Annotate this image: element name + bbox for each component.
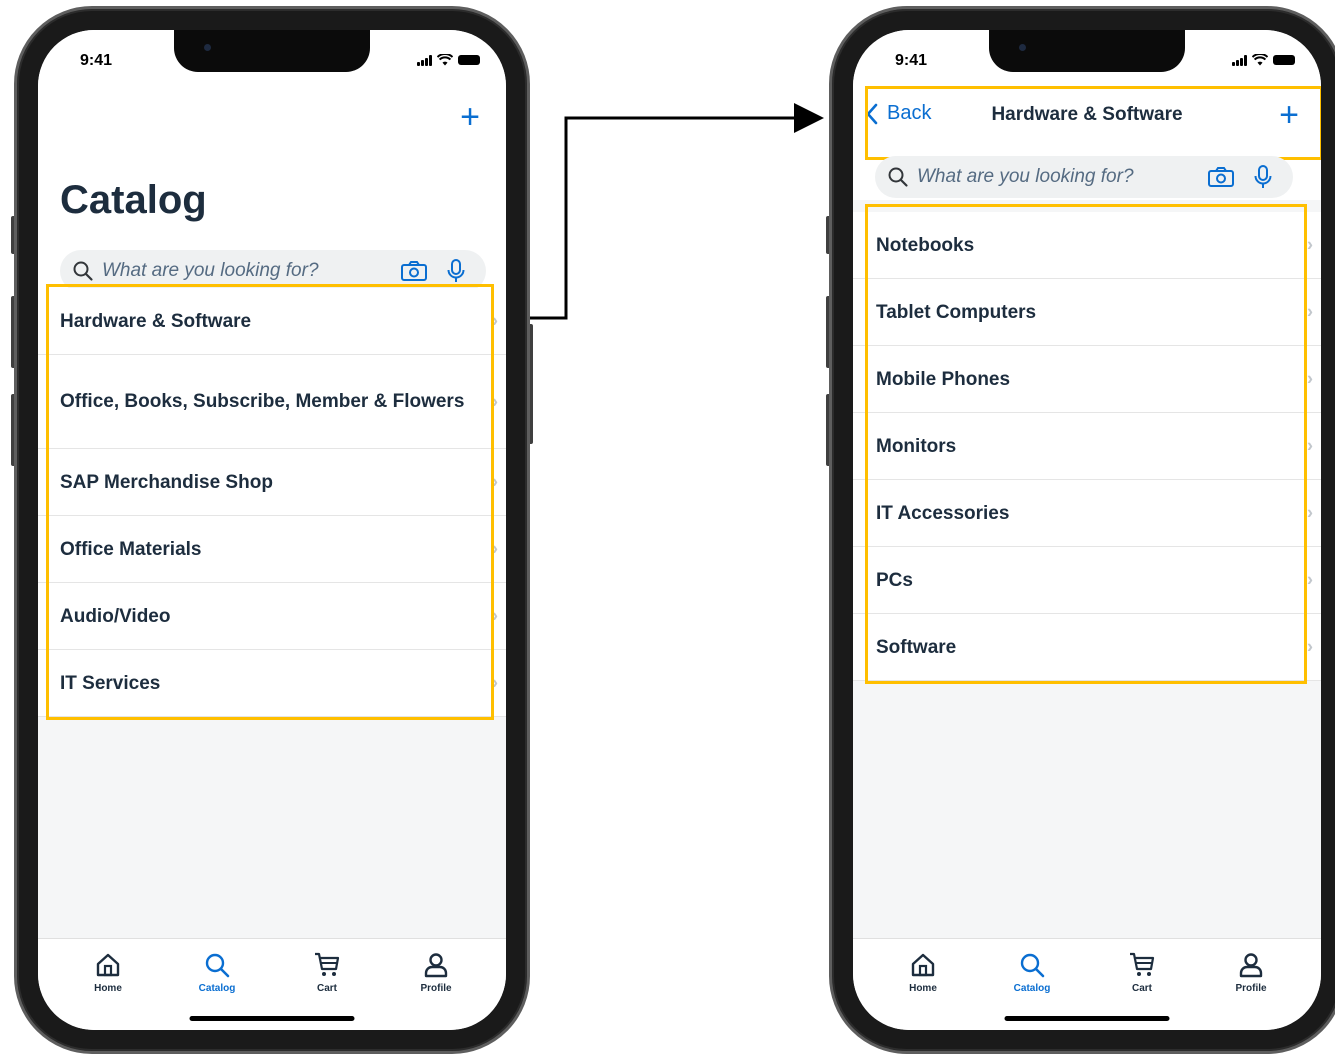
chevron-right-icon: ›	[1307, 435, 1313, 456]
hardware-software-screen: 9:41 Back Hardware & Software + What are…	[853, 30, 1321, 1030]
microphone-icon[interactable]	[1253, 165, 1273, 189]
subcategory-label: Notebooks	[876, 234, 975, 256]
cart-icon	[315, 952, 340, 976]
tab-label: Home	[94, 983, 122, 994]
category-label: SAP Merchandise Shop	[60, 471, 273, 493]
subcategory-item-it-accessories[interactable]: IT Accessories ›	[853, 480, 1321, 547]
subcategory-item-mobile-phones[interactable]: Mobile Phones ›	[853, 346, 1321, 413]
microphone-icon[interactable]	[446, 259, 466, 283]
tab-bar: Home Catalog Cart Profile	[853, 938, 1321, 1030]
tab-label: Cart	[1131, 983, 1152, 994]
subcategory-label: Mobile Phones	[876, 368, 1011, 390]
category-item-it-services[interactable]: IT Services ›	[38, 650, 506, 717]
category-label: Audio/Video	[60, 605, 171, 627]
chevron-right-icon: ›	[492, 538, 498, 559]
category-label: IT Services	[60, 672, 161, 694]
subcategory-item-tablet-computers[interactable]: Tablet Computers ›	[853, 279, 1321, 346]
status-time: 9:41	[895, 52, 928, 69]
subcategory-label: IT Accessories	[876, 502, 1010, 524]
tab-home[interactable]: Home	[888, 951, 958, 994]
tab-profile[interactable]: Profile	[1216, 951, 1286, 994]
add-plus-icon[interactable]: +	[460, 100, 480, 134]
search-input[interactable]: What are you looking for?	[102, 260, 400, 282]
category-label: Office, Books, Subscribe, Member & Flowe…	[60, 391, 465, 412]
tab-cart[interactable]: Cart	[292, 951, 362, 994]
status-icons	[417, 54, 480, 66]
category-item-office-materials[interactable]: Office Materials ›	[38, 516, 506, 583]
wifi-icon	[437, 54, 453, 66]
home-indicator	[1004, 1016, 1170, 1021]
catalog-category-list: Hardware & Software › Office, Books, Sub…	[38, 288, 506, 717]
chevron-right-icon: ›	[492, 605, 498, 626]
notch	[174, 30, 370, 72]
subcategory-label: PCs	[876, 569, 913, 591]
tab-profile[interactable]: Profile	[401, 951, 471, 994]
chevron-right-icon: ›	[1307, 502, 1313, 523]
chevron-right-icon: ›	[492, 471, 498, 492]
tab-bar: Home Catalog Cart Profile	[38, 938, 506, 1030]
category-item-office-books[interactable]: Office, Books, Subscribe, Member & Flowe…	[38, 355, 506, 449]
phone-catalog: 9:41 + Catalog What are you looking for?…	[11, 6, 533, 1054]
chevron-right-icon: ›	[1307, 636, 1313, 657]
phone-hardware-software: 9:41 Back Hardware & Software + What are…	[826, 6, 1335, 1054]
chevron-right-icon: ›	[1307, 301, 1313, 322]
tab-label: Catalog	[1013, 983, 1051, 994]
tab-label: Catalog	[198, 983, 236, 994]
chevron-right-icon: ›	[492, 672, 498, 693]
page-title: Catalog	[60, 178, 207, 222]
tab-label: Cart	[316, 983, 337, 994]
signal-icon	[1232, 54, 1247, 66]
signal-icon	[417, 54, 432, 66]
chevron-right-icon: ›	[1307, 569, 1313, 590]
subcategory-label: Software	[876, 636, 957, 658]
tab-cart[interactable]: Cart	[1107, 951, 1177, 994]
chevron-right-icon: ›	[1307, 368, 1313, 389]
category-item-hardware-software[interactable]: Hardware & Software ›	[38, 288, 506, 355]
battery-icon	[458, 55, 480, 65]
category-label: Hardware & Software	[60, 310, 252, 332]
subcategory-item-software[interactable]: Software ›	[853, 614, 1321, 681]
cart-icon	[1130, 952, 1155, 976]
subcategory-item-pcs[interactable]: PCs ›	[853, 547, 1321, 614]
profile-icon	[1239, 953, 1263, 978]
search-icon	[1020, 953, 1045, 978]
subcategory-label: Tablet Computers	[876, 301, 1037, 323]
category-item-audio-video[interactable]: Audio/Video ›	[38, 583, 506, 650]
tab-label: Profile	[1235, 983, 1267, 994]
chevron-right-icon: ›	[1307, 234, 1313, 255]
tab-label: Profile	[420, 983, 452, 994]
home-indicator	[189, 1016, 355, 1021]
tab-home[interactable]: Home	[73, 951, 143, 994]
tab-catalog[interactable]: Catalog	[997, 951, 1067, 994]
status-time: 9:41	[80, 52, 113, 69]
notch	[989, 30, 1185, 72]
search-input[interactable]: What are you looking for?	[917, 166, 1207, 188]
subcategory-label: Monitors	[876, 435, 957, 457]
tab-label: Home	[909, 983, 937, 994]
search-icon	[205, 953, 230, 978]
chevron-right-icon: ›	[492, 310, 498, 331]
search-bar[interactable]: What are you looking for?	[60, 250, 486, 292]
search-bar[interactable]: What are you looking for?	[875, 156, 1293, 198]
status-icons	[1232, 54, 1295, 66]
category-label: Office Materials	[60, 538, 202, 560]
wifi-icon	[1252, 54, 1268, 66]
subcategory-item-notebooks[interactable]: Notebooks ›	[853, 212, 1321, 279]
home-icon	[96, 953, 120, 977]
subcategory-item-monitors[interactable]: Monitors ›	[853, 413, 1321, 480]
page-title: Hardware & Software	[991, 104, 1183, 125]
search-icon	[888, 167, 908, 187]
subcategory-list: Notebooks › Tablet Computers › Mobile Ph…	[853, 212, 1321, 681]
chevron-right-icon: ›	[492, 391, 498, 411]
camera-icon[interactable]	[1207, 166, 1235, 188]
battery-icon	[1273, 55, 1295, 65]
home-icon	[911, 953, 935, 977]
profile-icon	[424, 953, 448, 978]
tab-catalog[interactable]: Catalog	[182, 951, 252, 994]
camera-icon[interactable]	[400, 260, 428, 282]
category-item-sap-merchandise[interactable]: SAP Merchandise Shop ›	[38, 449, 506, 516]
search-icon	[73, 261, 93, 281]
add-plus-icon[interactable]: +	[1279, 98, 1299, 132]
catalog-screen: 9:41 + Catalog What are you looking for?…	[38, 30, 506, 1030]
